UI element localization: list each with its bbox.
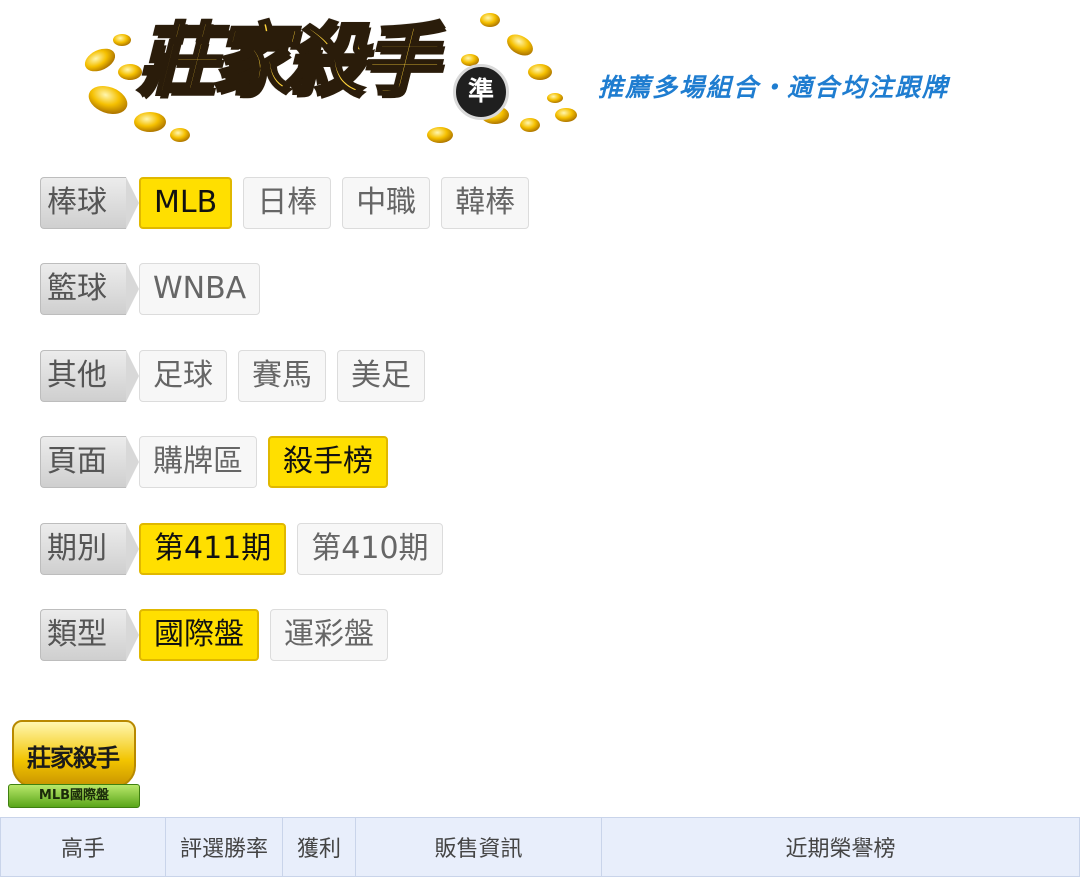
filter-row-period: 期別 第411期 第410期 xyxy=(40,522,454,576)
banner: 莊家殺手 準 推薦多場組合・適合均注跟牌 xyxy=(0,0,1080,160)
option-period-410[interactable]: 第410期 xyxy=(297,523,443,575)
option-npb[interactable]: 日棒 xyxy=(243,177,332,229)
column-header-profit[interactable]: 獲利 xyxy=(282,817,356,877)
slogan: 推薦多場組合・適合均注跟牌 xyxy=(598,73,950,102)
ranking-table: 高手 評選勝率 獲利 販售資訊 近期榮譽榜 xyxy=(0,817,1080,877)
badge-title: 莊家殺手 xyxy=(27,743,120,772)
column-header-win-rate[interactable]: 評選勝率 xyxy=(165,817,283,877)
column-header-sales-info[interactable]: 販售資訊 xyxy=(355,817,602,877)
column-header-expert[interactable]: 高手 xyxy=(0,817,166,877)
ranking-badge: 莊家殺手 MLB國際盤 xyxy=(2,718,144,808)
filter-label: 期別 xyxy=(40,523,139,575)
badge-ribbon: MLB國際盤 xyxy=(8,784,140,808)
option-purchase-area[interactable]: 購牌區 xyxy=(139,436,257,488)
filter-label: 籃球 xyxy=(40,263,139,315)
option-period-411[interactable]: 第411期 xyxy=(139,523,287,575)
option-killer-ranking[interactable]: 殺手榜 xyxy=(268,436,388,488)
option-mlb[interactable]: MLB xyxy=(139,177,233,229)
column-header-honor-roll[interactable]: 近期榮譽榜 xyxy=(601,817,1080,877)
option-soccer[interactable]: 足球 xyxy=(139,350,227,402)
option-horse-racing[interactable]: 賽馬 xyxy=(238,350,326,402)
filter-row-other: 其他 足球 賽馬 美足 xyxy=(40,349,436,403)
accuracy-badge: 準 xyxy=(453,64,509,120)
option-international-odds[interactable]: 國際盤 xyxy=(139,609,259,661)
table-header-row: 高手 評選勝率 獲利 販售資訊 近期榮譽榜 xyxy=(0,817,1080,877)
filter-row-baseball: 棒球 MLB 日棒 中職 韓棒 xyxy=(40,176,540,230)
filter-row-basketball: 籃球 WNBA xyxy=(40,262,271,316)
option-american-football[interactable]: 美足 xyxy=(337,350,425,402)
filter-label: 類型 xyxy=(40,609,139,661)
option-kbo[interactable]: 韓棒 xyxy=(441,177,530,229)
logo-text: 莊家殺手 xyxy=(136,15,439,106)
filter-row-type: 類型 國際盤 運彩盤 xyxy=(40,608,399,662)
option-sports-lottery-odds[interactable]: 運彩盤 xyxy=(270,609,388,661)
filter-label: 頁面 xyxy=(40,436,139,488)
option-cpbl[interactable]: 中職 xyxy=(342,177,431,229)
filter-row-page: 頁面 購牌區 殺手榜 xyxy=(40,435,399,489)
filter-label: 其他 xyxy=(40,350,139,402)
option-wnba[interactable]: WNBA xyxy=(139,263,261,315)
filter-label: 棒球 xyxy=(40,177,139,229)
